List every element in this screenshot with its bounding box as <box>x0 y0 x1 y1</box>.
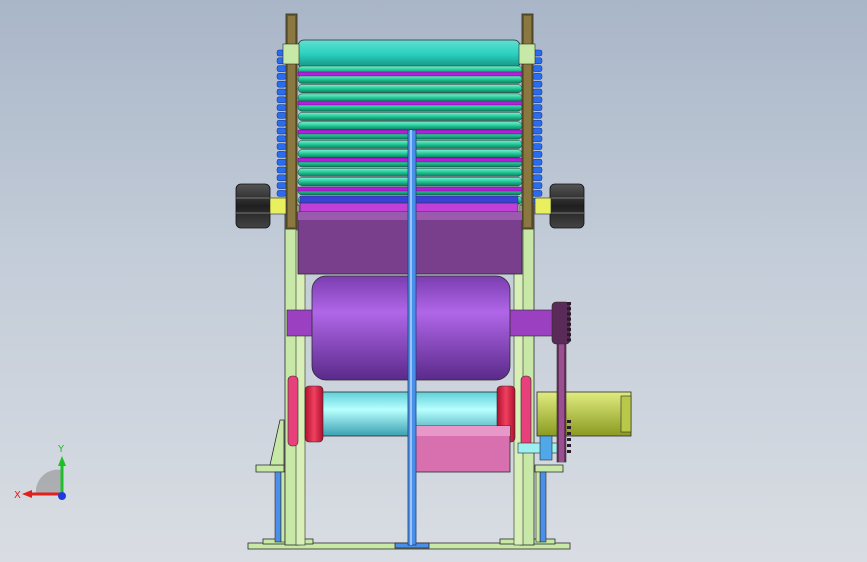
chain-link <box>276 88 287 96</box>
chain-link <box>532 112 543 119</box>
roller <box>297 93 523 103</box>
chain-link <box>532 80 543 88</box>
triad-sector <box>35 469 62 494</box>
cad-viewport[interactable]: Y X <box>0 0 867 562</box>
gear-tooth <box>567 444 571 447</box>
gear-tooth <box>567 338 571 342</box>
chain-link <box>532 174 543 182</box>
roller <box>297 75 523 84</box>
chain-link <box>532 96 543 104</box>
roller <box>297 84 523 93</box>
chain-link <box>276 158 287 166</box>
chain-link <box>276 174 287 182</box>
chain-link <box>276 143 287 150</box>
motor-body[interactable] <box>536 391 632 437</box>
gear-tooth <box>567 432 571 435</box>
chain-link <box>532 166 543 174</box>
pink-block[interactable] <box>413 425 511 473</box>
chain-link <box>276 151 287 158</box>
z-axis-dot-icon <box>58 492 66 500</box>
gear-tooth <box>567 317 571 321</box>
gear-tooth <box>567 450 571 453</box>
top-roller[interactable] <box>282 39 536 69</box>
chain-link <box>276 65 287 72</box>
chain-link <box>532 104 543 111</box>
roller-band <box>297 100 523 106</box>
right-gusset[interactable] <box>534 464 564 543</box>
center-pole[interactable] <box>407 129 417 546</box>
gear-tooth <box>567 302 571 305</box>
roller <box>297 121 523 131</box>
axis-triad: Y X <box>14 444 66 501</box>
chain-link <box>532 135 543 143</box>
gear-tooth <box>567 438 571 441</box>
chain-link <box>276 112 287 119</box>
y-axis-arrow-icon <box>58 456 66 466</box>
chain-link <box>532 158 543 166</box>
chain-link <box>276 73 287 80</box>
chain-link <box>276 182 287 189</box>
knob-right[interactable] <box>534 183 585 229</box>
gear-tooth <box>567 307 571 311</box>
chain-link <box>276 80 287 88</box>
chain-link <box>276 96 287 104</box>
chain-link <box>532 119 543 127</box>
y-axis-label: Y <box>57 444 65 455</box>
chain-link <box>532 190 543 197</box>
x-axis-arrow-icon <box>22 490 32 498</box>
sprocket-chain-left[interactable] <box>276 49 287 205</box>
chain-link <box>532 151 543 158</box>
roller-band <box>297 71 523 77</box>
roller <box>297 112 523 121</box>
left-gusset[interactable] <box>255 419 286 543</box>
chain-link <box>276 119 287 127</box>
gear-tooth <box>567 426 571 429</box>
chain-link <box>276 127 287 135</box>
chain-link <box>276 166 287 174</box>
machine-model[interactable] <box>0 0 867 562</box>
gear-tooth <box>567 333 571 337</box>
chain-link <box>276 135 287 143</box>
chain-link <box>532 65 543 72</box>
gear-tooth <box>567 312 571 316</box>
gear-tooth <box>567 420 571 423</box>
sprocket-chain-right[interactable] <box>532 49 543 205</box>
chain-link <box>532 143 543 150</box>
gear-tooth <box>567 328 571 331</box>
chain-link <box>532 88 543 96</box>
chain-link <box>532 73 543 80</box>
chain-link <box>532 127 543 135</box>
chain-link <box>532 182 543 189</box>
chain-link <box>276 104 287 111</box>
x-axis-label: X <box>14 490 21 501</box>
chain-link <box>276 190 287 197</box>
gear-tooth <box>567 322 571 326</box>
